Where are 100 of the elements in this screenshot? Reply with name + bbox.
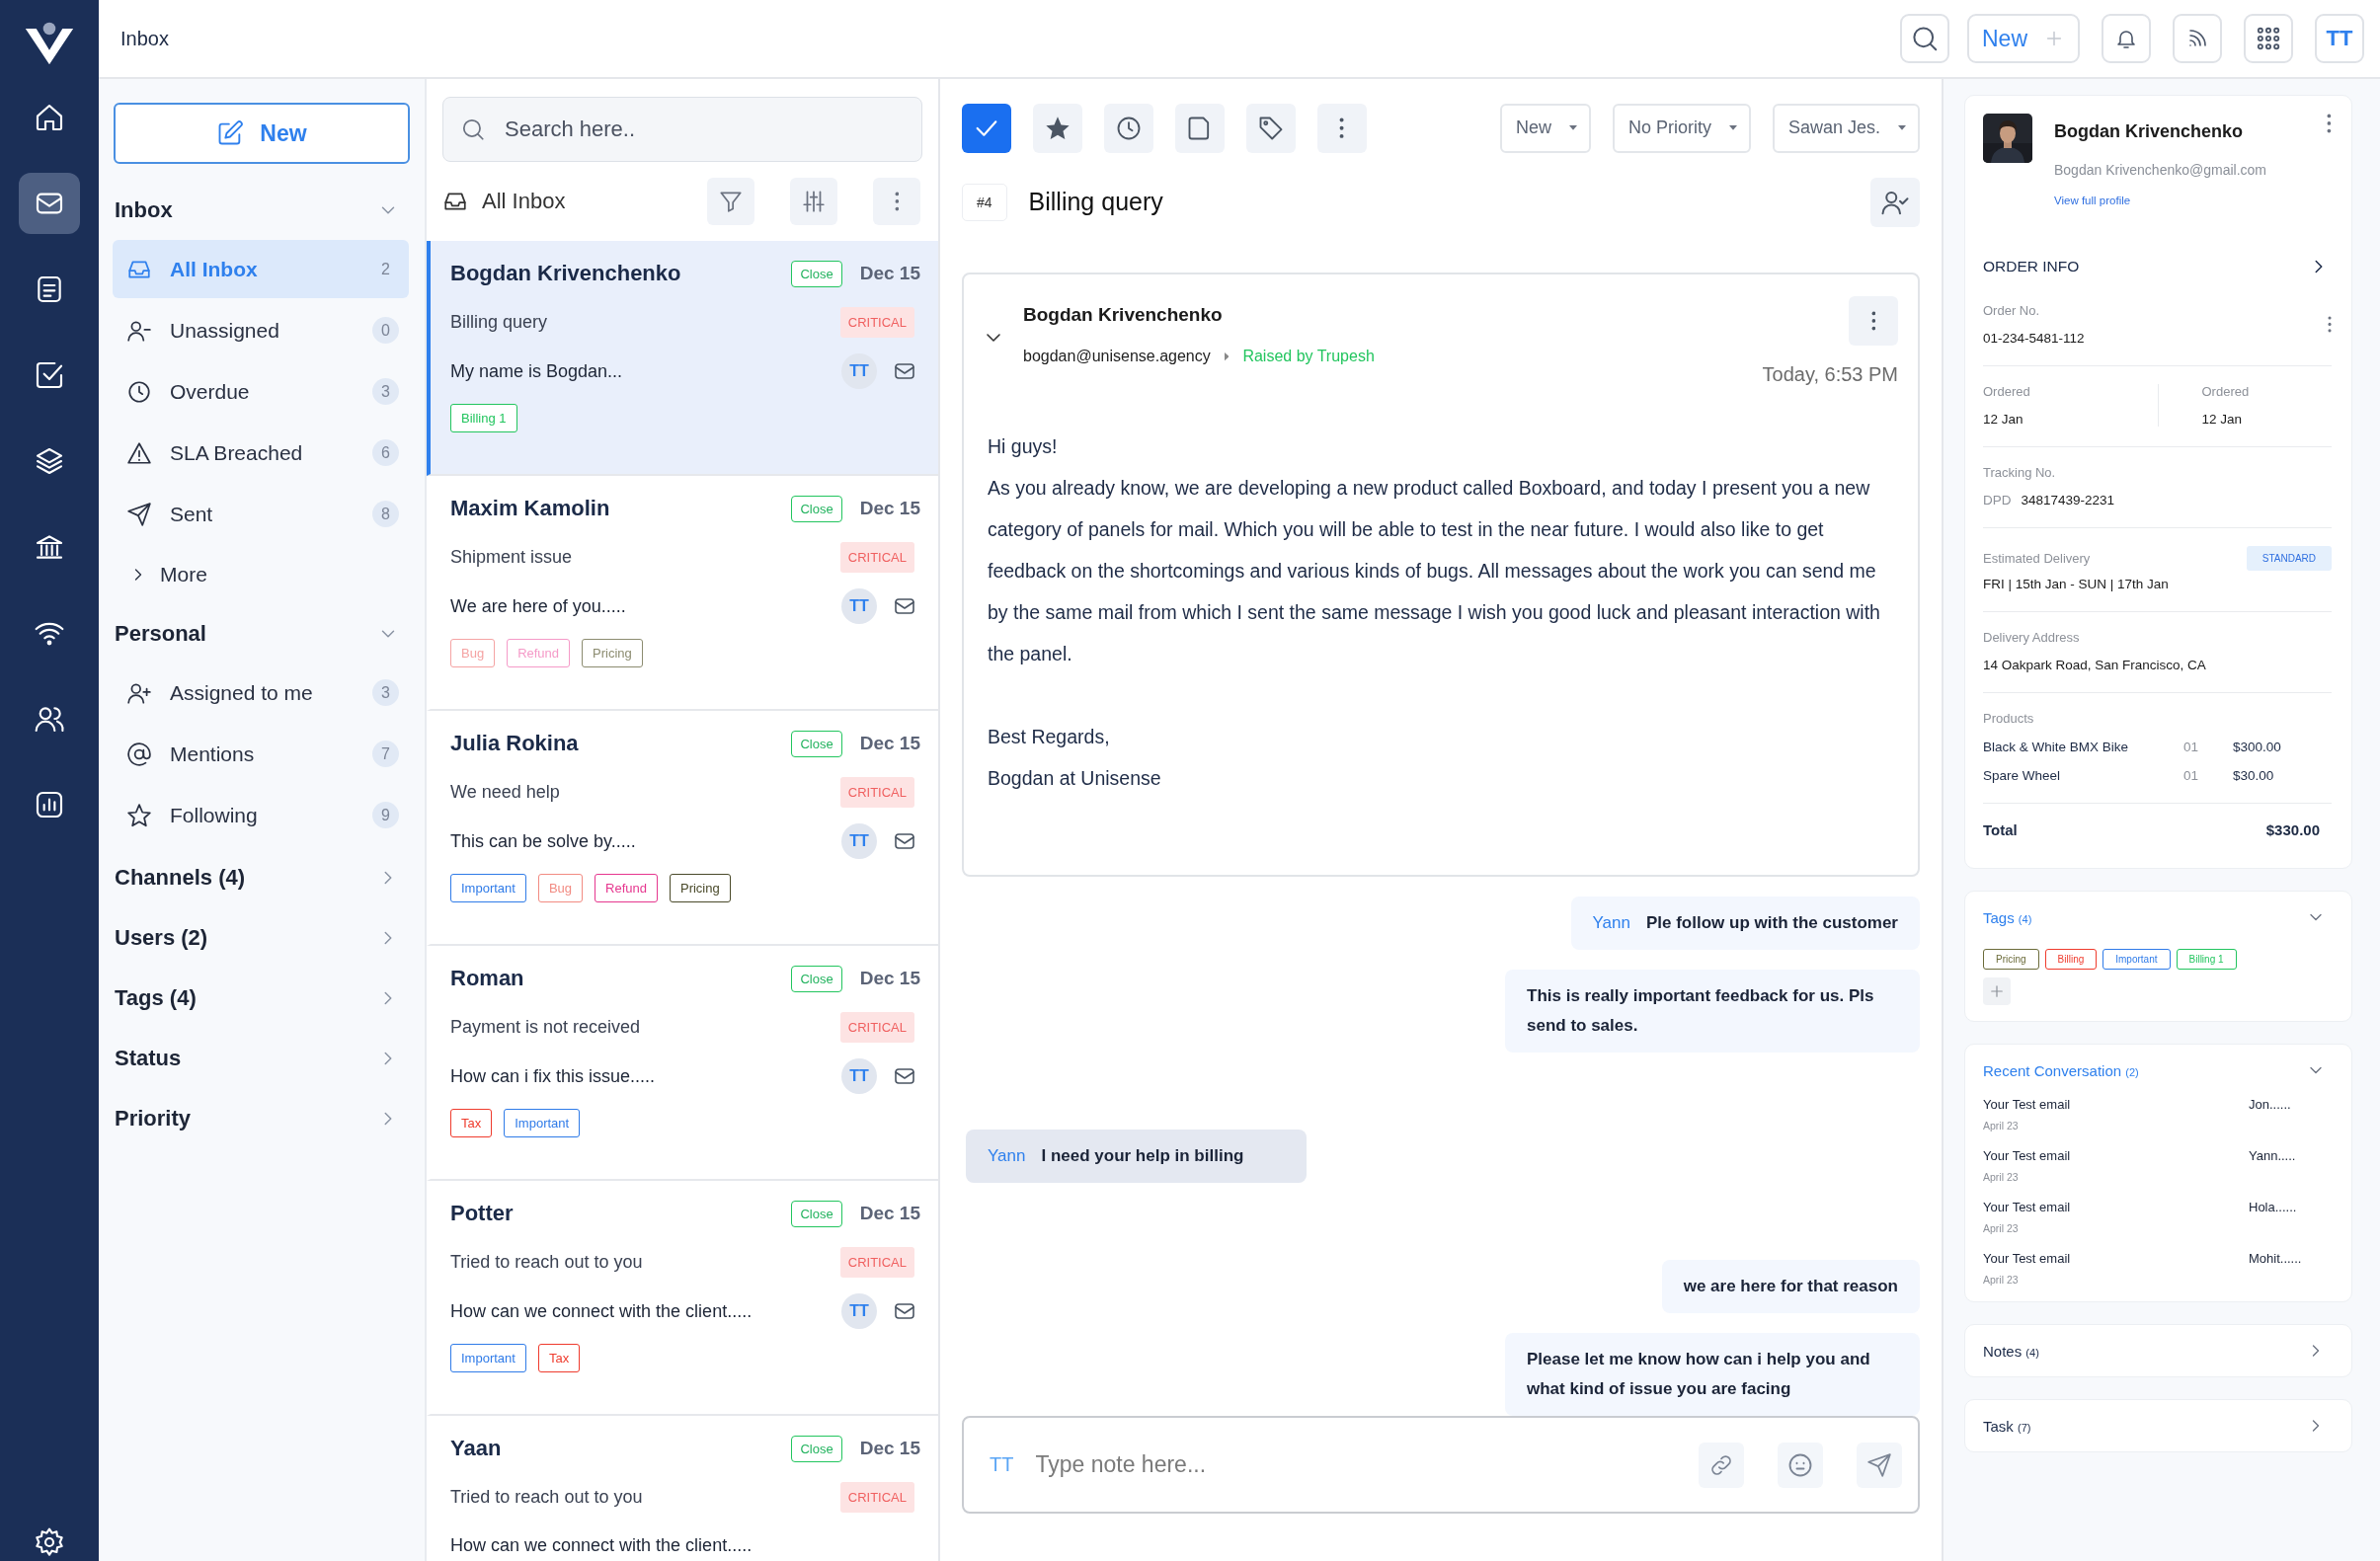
avatar: TT bbox=[841, 1058, 877, 1094]
conversation-item[interactable]: Maxim Kamolin Close Dec 15 Shipment issue CRITICAL We are here of you..... TT Bug Refund Pricing bbox=[427, 476, 938, 711]
raised-by: Raised by Trupesh bbox=[1242, 348, 1375, 366]
conversation-date: April 23 bbox=[1983, 1120, 2020, 1132]
item-count: 0 bbox=[372, 317, 399, 344]
conversation-item[interactable]: Roman Close Dec 15 Payment is not received CRITICAL How can i fix this issue..... TT Tax Important bbox=[427, 946, 938, 1181]
section-header[interactable]: Channels (4) bbox=[113, 847, 409, 907]
star-icon bbox=[126, 802, 152, 828]
item-count: 7 bbox=[372, 741, 399, 767]
priority-badge: CRITICAL bbox=[839, 1011, 914, 1043]
field-label: Ordered bbox=[2201, 384, 2251, 399]
section-header[interactable]: Notes (4) bbox=[1983, 1341, 2332, 1361]
field-value: 12 Jan bbox=[2201, 412, 2244, 427]
field-label: Order No. bbox=[1983, 303, 2041, 318]
tag: Tax bbox=[450, 1109, 493, 1137]
dropdown[interactable]: New bbox=[1499, 103, 1591, 153]
sidebar-item[interactable]: Assigned to me 3 bbox=[113, 663, 409, 722]
note-text: we are here for that reason bbox=[1683, 1276, 1898, 1298]
item-count: 2 bbox=[380, 259, 391, 279]
assign-button[interactable] bbox=[1870, 177, 1920, 227]
sidebar-item[interactable]: Unassigned 0 bbox=[113, 301, 409, 359]
tag: Refund bbox=[507, 639, 571, 667]
conversation-item[interactable]: Yaan Close Dec 15 Tried to reach out to you CRITICAL How can we connect with the client..... bbox=[427, 1416, 938, 1561]
status-badge: Close bbox=[791, 1435, 842, 1462]
tag-button[interactable] bbox=[1246, 103, 1296, 153]
list-title: All Inbox bbox=[482, 189, 567, 214]
send-icon bbox=[1866, 1451, 1892, 1478]
priority-badge: CRITICAL bbox=[839, 1481, 914, 1513]
quantity: 01 bbox=[2183, 768, 2200, 783]
notifications-button[interactable] bbox=[2102, 14, 2151, 63]
nav-mail-button[interactable] bbox=[19, 173, 80, 234]
conversation-subject: Your Test email bbox=[1983, 1251, 2071, 1266]
sidebar-item[interactable]: Mentions 7 bbox=[113, 725, 409, 783]
date: Dec 15 bbox=[859, 263, 920, 284]
section-header[interactable]: Tags (4) bbox=[1983, 907, 2332, 927]
more-icon[interactable] bbox=[2327, 114, 2332, 133]
more-link[interactable]: More bbox=[113, 546, 207, 603]
star-button[interactable] bbox=[1033, 103, 1082, 153]
section-header[interactable]: Priority bbox=[113, 1088, 409, 1148]
conversation-sender: Mohit...... bbox=[2249, 1251, 2303, 1268]
note-button[interactable] bbox=[1175, 103, 1225, 153]
dropdown[interactable]: Sawan Jes. bbox=[1772, 103, 1920, 153]
tag: Billing 1 bbox=[2176, 949, 2237, 970]
message-preview: We are here of you..... bbox=[450, 595, 627, 617]
conversation-item[interactable]: Potter Close Dec 15 Tried to reach out to you CRITICAL How can we connect with the client..... TT Important Tax bbox=[427, 1181, 938, 1416]
contact-name: Bogdan Krivenchenko bbox=[450, 261, 682, 286]
emoji-button[interactable] bbox=[1778, 1442, 1823, 1488]
subject: Tried to reach out to you bbox=[450, 1251, 644, 1273]
subject: Payment is not received bbox=[450, 1016, 642, 1038]
field-label: Tracking No. bbox=[1983, 465, 2057, 480]
more-icon bbox=[1870, 311, 1876, 332]
check-button[interactable] bbox=[962, 103, 1011, 153]
send-button[interactable] bbox=[1857, 1442, 1902, 1488]
settings-icon bbox=[34, 1526, 65, 1558]
clock-button[interactable] bbox=[1104, 103, 1153, 153]
field-value: 12 Jan bbox=[1983, 412, 2024, 427]
note-input[interactable]: Type note here... bbox=[1033, 1450, 1665, 1480]
section-header[interactable]: Status bbox=[113, 1028, 409, 1088]
field-value: 34817439-2231 bbox=[2021, 493, 2115, 507]
section-header[interactable]: Personal bbox=[113, 603, 409, 663]
section-header[interactable]: Users (2) bbox=[113, 907, 409, 968]
tag: Pricing bbox=[1983, 949, 2039, 970]
avatar-button[interactable]: TT bbox=[2315, 14, 2364, 63]
profile-link[interactable]: View full profile bbox=[2054, 195, 2306, 206]
price: $30.00 bbox=[2233, 768, 2275, 783]
conversation-item[interactable]: Bogdan Krivenchenko Close Dec 15 Billing query CRITICAL My name is Bogdan... TT Billing 1 bbox=[427, 241, 938, 476]
apps-button[interactable] bbox=[2244, 14, 2293, 63]
conversation-date: April 23 bbox=[1983, 1274, 2020, 1286]
signature-line: Best Regards, bbox=[988, 725, 1111, 750]
section-header[interactable]: Task (7) bbox=[1983, 1416, 2332, 1436]
item-count: 8 bbox=[372, 501, 399, 527]
date: Dec 15 bbox=[859, 968, 920, 989]
conversation-item[interactable]: Julia Rokina Close Dec 15 We need help CRITICAL This can be solve by..... TT Important Bug Refund Pricing bbox=[427, 711, 938, 946]
search-field[interactable]: Search here.. bbox=[442, 97, 922, 162]
layers-icon bbox=[34, 445, 65, 477]
section-header[interactable]: Inbox bbox=[113, 180, 409, 240]
new-button[interactable]: New bbox=[1967, 14, 2080, 63]
sidebar-item[interactable]: Following 9 bbox=[113, 786, 409, 844]
tag: Pricing bbox=[670, 874, 731, 902]
dropdown[interactable]: No Priority bbox=[1612, 103, 1751, 153]
search-button[interactable] bbox=[1900, 14, 1949, 63]
filter-icon bbox=[718, 189, 744, 214]
attach-button[interactable] bbox=[1699, 1442, 1744, 1488]
section-header[interactable]: Recent Conversation (2) bbox=[1983, 1060, 2332, 1080]
sidebar-item[interactable]: Sent 8 bbox=[113, 485, 409, 543]
signal-button[interactable] bbox=[2173, 14, 2222, 63]
priority-badge: CRITICAL bbox=[839, 541, 914, 573]
sender-email: bogdan@unisense.agency bbox=[1023, 348, 1211, 366]
filter-button[interactable] bbox=[707, 178, 754, 225]
new-button[interactable]: New bbox=[114, 103, 410, 164]
sidebar-item[interactable]: Overdue 3 bbox=[113, 362, 409, 421]
sort-button[interactable] bbox=[790, 178, 837, 225]
total-value: $330.00 bbox=[2265, 821, 2320, 838]
sliders-icon bbox=[801, 189, 827, 214]
sidebar-item[interactable]: SLA Breached 6 bbox=[113, 424, 409, 482]
date: Dec 15 bbox=[859, 1438, 920, 1459]
more-icon bbox=[894, 192, 900, 211]
section-header[interactable]: Tags (4) bbox=[113, 968, 409, 1028]
more-icon[interactable] bbox=[2327, 316, 2332, 333]
customer-name: Bogdan Krivenchenko bbox=[2054, 121, 2245, 142]
